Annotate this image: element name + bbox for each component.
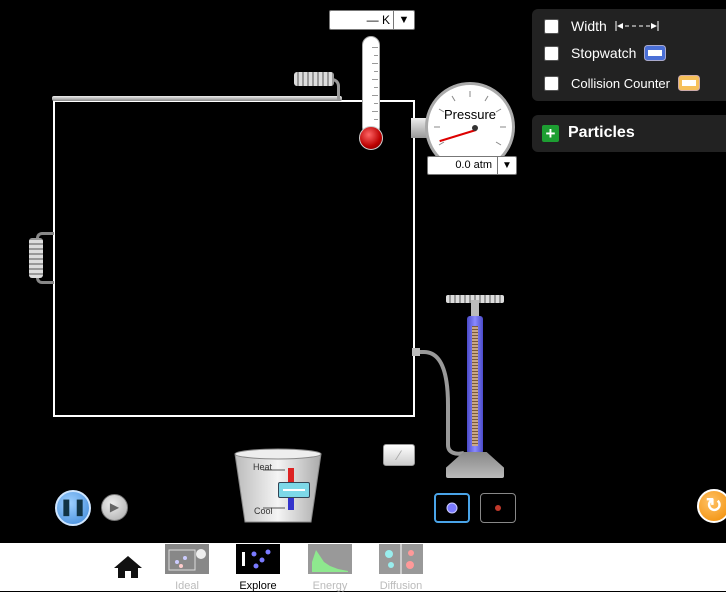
tab-explore-label: Explore: [239, 580, 277, 592]
eraser-button[interactable]: ⁄: [383, 444, 415, 466]
container-lid[interactable]: [52, 96, 342, 101]
particles-panel[interactable]: + Particles: [532, 115, 726, 152]
play-pause-button[interactable]: ❚❚: [55, 490, 91, 526]
width-arrows-icon: [615, 21, 659, 31]
heat-cool-slider-thumb[interactable]: [278, 482, 310, 498]
stopwatch-label: Stopwatch: [571, 45, 637, 61]
collision-counter-label: Collision Counter: [571, 75, 670, 91]
tab-diffusion-label: Diffusion: [379, 580, 423, 592]
pressure-needle-hub: [472, 125, 478, 131]
expand-plus-icon[interactable]: +: [542, 125, 559, 142]
cool-label: Cool: [254, 506, 273, 516]
tab-diffusion[interactable]: Diffusion: [378, 543, 424, 592]
width-option[interactable]: Width: [544, 16, 659, 36]
pump-particle-meter: [472, 326, 478, 446]
step-icon: ▶: [109, 500, 120, 514]
light-particle-icon: [495, 505, 501, 511]
particles-label: Particles: [568, 124, 635, 141]
reset-icon: ↻: [705, 495, 723, 517]
temperature-readout[interactable]: — K ▼: [329, 10, 415, 30]
tab-explore[interactable]: Explore: [235, 543, 281, 592]
heat-label: Heat: [253, 462, 273, 472]
tab-energy-label: Energy: [312, 580, 348, 592]
temperature-units-dropdown-icon[interactable]: ▼: [393, 11, 414, 29]
stopwatch-checkbox[interactable]: [544, 45, 559, 61]
lid-handle[interactable]: [294, 72, 334, 86]
options-panel: Width Stopwatch Collision Counter: [532, 9, 726, 101]
thermometer-tube: [362, 36, 380, 136]
pressure-value: 0.0 atm: [455, 159, 492, 171]
screen-navigation-bar: [0, 543, 726, 591]
pressure-units-dropdown-icon[interactable]: ▼: [497, 157, 516, 174]
step-forward-button[interactable]: ▶: [101, 494, 128, 521]
collision-counter-option[interactable]: Collision Counter: [544, 73, 700, 93]
collision-counter-icon: [678, 75, 700, 91]
heavy-particle-icon: [446, 502, 458, 514]
pressure-label: Pressure: [443, 107, 497, 122]
thermometer-bulb: [359, 126, 383, 150]
stopwatch-icon: [644, 45, 667, 61]
energy-thumbnail-icon: [308, 544, 352, 574]
explore-thumbnail-icon: [236, 544, 280, 574]
eraser-icon: ⁄: [397, 447, 401, 463]
pressure-readout[interactable]: 0.0 atm ▼: [427, 156, 517, 175]
collision-counter-checkbox[interactable]: [544, 75, 559, 91]
ideal-thumbnail-icon: [165, 544, 209, 574]
temperature-value: — K: [366, 13, 390, 27]
tab-energy[interactable]: Energy: [307, 543, 353, 592]
width-checkbox[interactable]: [544, 18, 559, 34]
heavy-species-button[interactable]: [434, 493, 470, 523]
width-label: Width: [571, 18, 607, 34]
home-icon[interactable]: [113, 555, 143, 579]
pause-icon: ❚❚: [59, 499, 87, 516]
gas-container: [53, 100, 415, 417]
stopwatch-option[interactable]: Stopwatch: [544, 43, 667, 63]
reset-all-button[interactable]: ↻: [697, 489, 726, 523]
side-wall-handle[interactable]: [29, 238, 43, 278]
light-species-button[interactable]: [480, 493, 516, 523]
tab-ideal-label: Ideal: [175, 580, 199, 592]
tab-ideal[interactable]: Ideal: [164, 543, 210, 592]
diffusion-thumbnail-icon: [379, 544, 423, 574]
